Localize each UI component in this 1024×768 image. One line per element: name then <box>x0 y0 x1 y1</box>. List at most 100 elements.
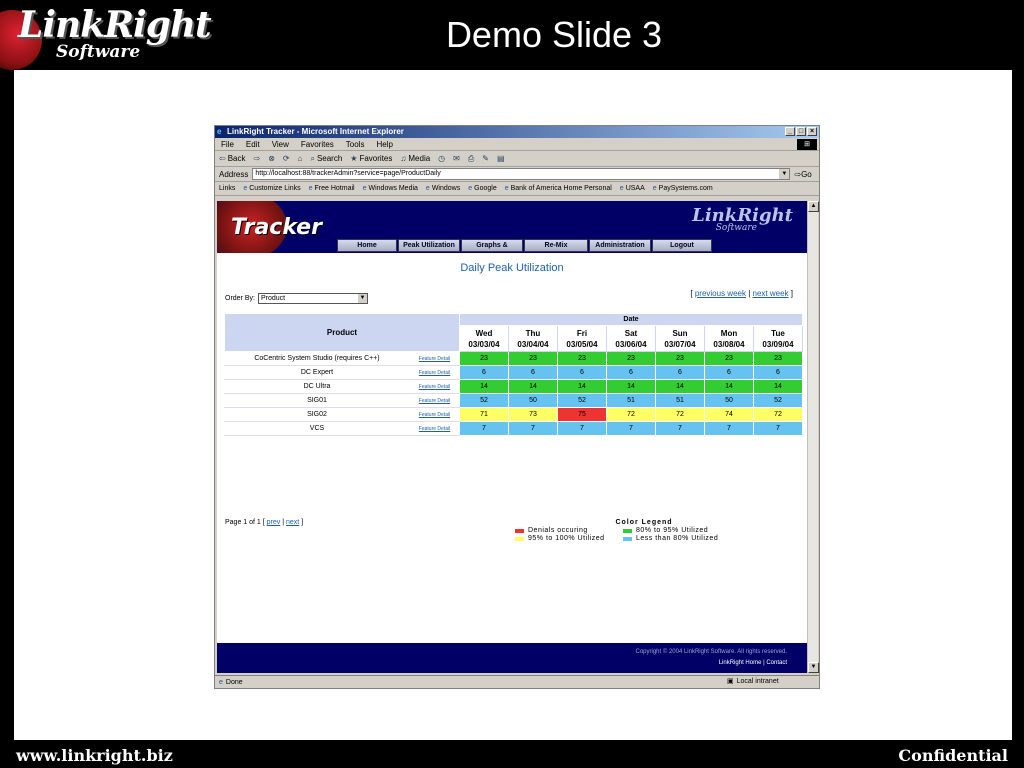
product-name: VCS <box>224 421 410 436</box>
scroll-down-icon[interactable]: ▼ <box>808 662 819 673</box>
address-dropdown-icon[interactable]: ▼ <box>779 169 790 179</box>
utilization-cell: 7 <box>655 421 705 436</box>
address-label: Address <box>219 169 249 179</box>
day-header: Mon 03/08/04 <box>704 325 754 352</box>
ie-page-icon: e <box>504 185 509 192</box>
utilization-cell: 7 <box>606 421 656 436</box>
utilization-cell: 6 <box>606 365 656 380</box>
nav-graphs-charts[interactable]: Graphs & Charts <box>461 239 523 252</box>
legend-label: Denials occuring <box>528 527 588 534</box>
links-bar: Links e Customize Links e Free Hotmail e Wi… <box>215 182 819 196</box>
history-icon[interactable]: ◷ <box>438 154 445 163</box>
search-icon: ⌕ <box>310 153 315 163</box>
order-by-label: Order By: <box>225 295 255 302</box>
utilization-cell: 14 <box>655 379 705 394</box>
back-button[interactable]: ⇦ Back <box>219 154 246 163</box>
next-week-link[interactable]: next week <box>753 289 789 298</box>
feature-detail-link[interactable]: Feature Detail <box>419 384 450 390</box>
utilization-cell: 6 <box>704 365 754 380</box>
utilization-cell: 23 <box>557 351 607 366</box>
discuss-icon[interactable]: ▤ <box>497 154 505 163</box>
next-page-link[interactable]: next <box>286 519 299 526</box>
nav-home[interactable]: Home <box>337 239 397 252</box>
utilization-cell: 23 <box>508 351 558 366</box>
mail-icon[interactable]: ✉ <box>453 154 460 163</box>
day-header: Sun 03/07/04 <box>655 325 705 352</box>
utilization-cell: 14 <box>704 379 754 394</box>
menu-view[interactable]: View <box>272 140 289 149</box>
forward-arrow-icon[interactable]: ⇨ <box>254 154 261 163</box>
feature-detail-link[interactable]: Feature Detail <box>419 426 450 432</box>
day-date: 03/03/04 <box>468 339 500 349</box>
nav-logout[interactable]: Logout <box>652 239 712 252</box>
day-name: Sat <box>624 328 638 338</box>
nav-remix-calculator[interactable]: Re-Mix Calculator <box>524 239 588 252</box>
scroll-up-icon[interactable]: ▲ <box>808 201 819 212</box>
window-title: LinkRight Tracker - Microsoft Internet E… <box>227 127 404 136</box>
link-windows-media[interactable]: e Windows Media <box>363 185 418 192</box>
tracker-title: Tracker <box>231 215 322 240</box>
menu-favorites[interactable]: Favorites <box>301 140 334 149</box>
utilization-cell: 6 <box>557 365 607 380</box>
feature-detail-link[interactable]: Feature Detail <box>419 412 450 418</box>
media-button[interactable]: ♫ Media <box>400 154 430 163</box>
stop-icon[interactable]: ⊗ <box>268 154 275 163</box>
maximize-button[interactable]: □ <box>796 127 806 136</box>
day-date: 03/07/04 <box>664 339 696 349</box>
link-paysystems[interactable]: e PaySystems.com <box>653 185 713 192</box>
favorites-button[interactable]: ★ Favorites <box>350 154 392 163</box>
close-button[interactable]: × <box>807 127 817 136</box>
utilization-table: Product Date Wed 03/03/04 Thu 03/04/04 Fri 03… <box>224 313 803 436</box>
nav-administration[interactable]: Administration <box>589 239 651 252</box>
legend-label: 80% to 95% Utilized <box>636 527 709 534</box>
menu-help[interactable]: Help <box>376 140 392 149</box>
app-header: Tracker LinkRight Software Home Peak Uti… <box>217 201 807 253</box>
go-button[interactable]: ⇨Go <box>794 170 811 179</box>
nav-peak-utilization[interactable]: Peak Utilization <box>398 239 460 252</box>
page-viewport: Tracker LinkRight Software Home Peak Uti… <box>217 201 807 673</box>
utilization-cell: 50 <box>508 393 558 408</box>
address-input[interactable]: http://localhost:88/trackerAdmin?service… <box>252 168 791 180</box>
link-hotmail[interactable]: e Free Hotmail <box>309 185 355 192</box>
app-logo-sub: Software <box>715 223 757 233</box>
product-column-header[interactable]: Product <box>224 313 460 352</box>
menu-tools[interactable]: Tools <box>346 140 365 149</box>
ie-icon: e <box>217 127 222 136</box>
utilization-cell: 50 <box>704 393 754 408</box>
link-google[interactable]: e Google <box>468 185 496 192</box>
day-header: Tue 03/09/04 <box>753 325 803 352</box>
website-url: www.linkright.biz <box>16 746 173 765</box>
link-customize[interactable]: e Customize Links <box>243 185 300 192</box>
edit-icon[interactable]: ✎ <box>482 154 489 163</box>
previous-week-link[interactable]: previous week <box>695 289 746 298</box>
address-value: http://localhost:88/trackerAdmin?service… <box>255 170 441 177</box>
vertical-scrollbar[interactable]: ▲ ▼ <box>807 201 819 673</box>
search-button[interactable]: ⌕ Search <box>310 154 342 164</box>
date-column-header: Date <box>459 313 803 326</box>
refresh-icon[interactable]: ⟳ <box>283 154 290 163</box>
menu-edit[interactable]: Edit <box>246 140 260 149</box>
home-icon[interactable]: ⌂ <box>298 154 303 163</box>
prev-page-link[interactable]: prev <box>267 519 281 526</box>
feature-detail-link[interactable]: Feature Detail <box>419 370 450 376</box>
feature-detail-link[interactable]: Feature Detail <box>419 356 450 362</box>
day-name: Tue <box>771 328 785 338</box>
print-icon[interactable]: ⎙ <box>468 154 474 164</box>
table-row: SIG02 Feature Detail 71 73 75 72 72 74 72 <box>224 407 803 422</box>
ie-page-icon: e <box>468 185 473 192</box>
link-usaa[interactable]: e USAA <box>620 185 645 192</box>
table-row: DC Ultra Feature Detail 14 14 14 14 14 14 14 <box>224 379 803 394</box>
footer-home-link[interactable]: LinkRight Home <box>719 660 762 666</box>
day-name: Fri <box>576 328 588 338</box>
utilization-cell: 14 <box>508 379 558 394</box>
table-row: SIG01 Feature Detail 52 50 52 51 51 50 52 <box>224 393 803 408</box>
feature-detail-link[interactable]: Feature Detail <box>419 398 450 404</box>
order-by-select[interactable]: Product ▼ <box>257 293 368 304</box>
footer-contact-link[interactable]: Contact <box>766 660 787 666</box>
minimize-button[interactable]: _ <box>785 127 795 136</box>
legend-swatch <box>515 528 524 533</box>
menu-file[interactable]: File <box>221 140 234 149</box>
feature-detail-cell: Feature Detail <box>409 351 460 366</box>
link-windows[interactable]: e Windows <box>426 185 460 192</box>
link-bank-of-america[interactable]: e Bank of America Home Personal <box>505 185 612 192</box>
